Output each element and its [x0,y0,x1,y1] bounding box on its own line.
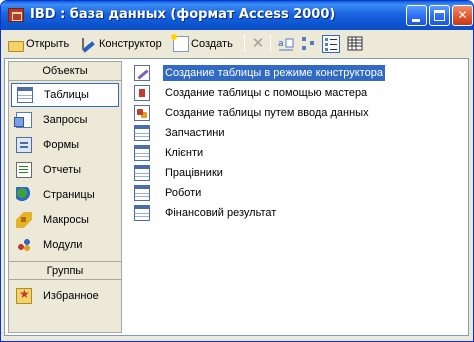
objects-item-tables[interactable]: Таблицы [11,83,119,107]
list-item-label: Фінансовий результат [165,207,277,219]
list-item[interactable]: Запчастини [134,124,226,142]
objects-bar: Объекты Таблицы Запросы Формы Отчеты Стр… [8,61,122,333]
list-view-icon [325,38,337,51]
maximize-button[interactable] [429,5,450,26]
objects-item-label: Макросы [43,214,89,226]
objects-header[interactable]: Объекты [9,62,121,81]
list-item-label: Создание таблицы в режиме конструктора [163,65,385,81]
design-label: Конструктор [99,38,162,50]
database-content-area: Объекты Таблицы Запросы Формы Отчеты Стр… [4,58,469,336]
database-window: IBD : база данных (формат Access 2000) ✕… [0,0,474,342]
close-button[interactable]: ✕ [452,5,473,26]
title-bar[interactable]: IBD : база данных (формат Access 2000) ✕ [1,1,473,30]
list-item[interactable]: Працівники [134,164,225,182]
minimize-button[interactable] [406,5,427,26]
new-object-icon [171,34,189,52]
delete-icon: ✕ [251,35,265,52]
form-icon [16,137,32,153]
objects-item-label: Страницы [43,189,95,201]
open-folder-icon [8,40,24,52]
design-icon [81,36,97,52]
list-item-label: Создание таблицы путем ввода данных [165,107,369,119]
objects-item-label: Модули [43,239,83,251]
list-view-button[interactable] [322,35,340,53]
list-item-label: Запчастини [165,127,225,139]
table-icon [134,145,150,161]
list-item[interactable]: Роботи [134,184,203,202]
groups-item-label: Избранное [43,290,99,302]
list-item[interactable]: Фінансовий результат [134,204,278,222]
report-icon [16,162,32,178]
table-icon [134,125,150,141]
open-button[interactable]: Открыть [8,34,69,54]
toolbar-separator [244,35,245,52]
page-icon [16,187,32,203]
large-icons-view-icon[interactable]: a [277,35,295,53]
list-item[interactable]: Создание таблицы в режиме конструктора [134,64,385,82]
objects-item-label: Отчеты [43,164,82,176]
objects-item-forms[interactable]: Формы [11,133,119,157]
new-label: Создать [191,38,233,50]
objects-item-label: Запросы [43,114,88,126]
list-item[interactable]: Создание таблицы путем ввода данных [134,104,371,122]
minimize-icon [412,19,420,22]
objects-item-label: Формы [43,139,80,151]
tables-list: Создание таблицы в режиме конструктора С… [134,60,464,332]
access-app-icon[interactable] [8,8,24,22]
table-icon [134,165,150,181]
groups-header[interactable]: Группы [9,261,121,280]
macro-icon [16,212,32,228]
master-wizard-icon [134,85,150,101]
objects-item-reports[interactable]: Отчеты [11,158,119,182]
maximize-icon [434,10,445,21]
objects-item-modules[interactable]: Модули [11,233,119,257]
list-item[interactable]: Клієнти [134,144,205,162]
window-title: IBD : база данных (формат Access 2000) [30,7,336,22]
design-wizard-icon [134,65,150,81]
list-item-label: Создание таблицы с помощью мастера [165,87,368,99]
groups-item-favorites[interactable]: Избранное [11,284,119,308]
open-label: Открыть [26,38,70,50]
toolbar: Открыть Конструктор Создать ✕ a [4,31,470,56]
objects-item-label: Таблицы [44,89,89,101]
table-icon [134,205,150,221]
objects-item-macros[interactable]: Макросы [11,208,119,232]
list-item-label: Роботи [165,187,202,199]
objects-item-pages[interactable]: Страницы [11,183,119,207]
objects-item-queries[interactable]: Запросы [11,108,119,132]
list-item-label: Клієнти [165,147,204,159]
new-button[interactable]: Создать [171,34,233,54]
data-entry-wizard-icon [134,105,150,121]
table-icon [17,87,33,103]
toolbar-separator [270,35,271,52]
favorites-folder-icon [16,287,32,304]
list-item[interactable]: Создание таблицы с помощью мастера [134,84,369,102]
delete-button[interactable]: ✕ [250,34,268,54]
svg-text:a: a [278,39,284,49]
module-icon [16,237,32,253]
query-icon [14,112,32,128]
design-button[interactable]: Конструктор [81,34,162,54]
small-icons-view-icon[interactable] [300,35,318,53]
list-item-label: Працівники [165,167,223,179]
table-icon [134,185,150,201]
details-view-icon[interactable] [346,35,364,53]
